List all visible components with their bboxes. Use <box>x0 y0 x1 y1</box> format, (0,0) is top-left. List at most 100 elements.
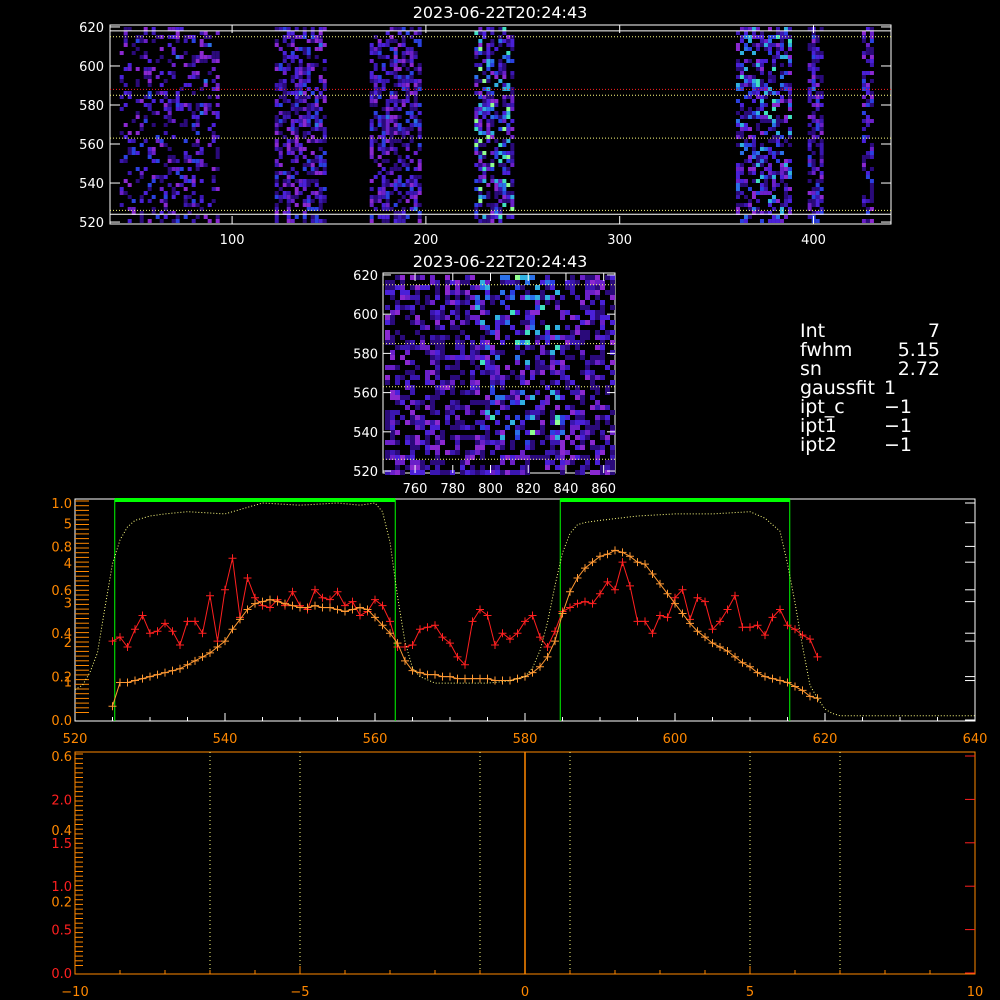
heatmap-cell <box>600 350 605 355</box>
heatmap-cell <box>318 79 323 83</box>
heatmap-cell <box>440 340 445 345</box>
orange-point <box>401 656 409 665</box>
heatmap-cell <box>393 131 398 135</box>
heatmap-cell <box>498 159 503 163</box>
heatmap-cell <box>506 167 511 171</box>
heatmap-cell <box>555 440 560 445</box>
red-point <box>588 599 597 608</box>
red-point <box>116 633 124 642</box>
heatmap-cell <box>417 191 422 195</box>
heatmap-cell <box>478 79 483 83</box>
heatmap-cell <box>460 460 465 465</box>
heatmap-cell <box>470 450 475 455</box>
heatmap-cell <box>405 51 410 55</box>
heatmap-cell <box>787 171 792 175</box>
heatmap-cell <box>486 203 491 207</box>
heatmap-cell <box>385 147 390 151</box>
x-tick-label: 800 <box>478 482 503 497</box>
heatmap-cell <box>495 330 500 335</box>
heatmap-cell <box>127 171 132 175</box>
heatmap-cell <box>393 215 398 219</box>
heatmap-cell <box>282 179 287 183</box>
heatmap-cell <box>393 115 398 119</box>
heatmap-cell <box>290 183 295 187</box>
heatmap-cell <box>515 425 520 430</box>
heatmap-cell <box>405 385 410 390</box>
heatmap-cell <box>415 415 420 420</box>
y-tick-label: 600 <box>353 308 378 323</box>
heatmap-cell <box>525 325 530 330</box>
heatmap-cell <box>385 79 390 83</box>
heatmap-cell <box>771 127 776 131</box>
heatmap-cell <box>274 203 279 207</box>
heatmap-cell <box>605 465 610 470</box>
heatmap-cell <box>779 135 784 139</box>
heatmap-cell <box>430 310 435 315</box>
heatmap-cell <box>282 79 287 83</box>
heatmap-cell <box>322 163 327 167</box>
heatmap-cell <box>135 151 140 155</box>
heatmap-cell <box>131 147 136 151</box>
heatmap-cell <box>278 151 283 155</box>
heatmap-cell <box>815 67 820 71</box>
heatmap-cell <box>470 370 475 375</box>
heatmap-cell <box>755 47 760 51</box>
info-row-ipt2: ipt2 −1 <box>800 436 944 455</box>
heatmap-cell <box>440 345 445 350</box>
x-tick-label: 760 <box>403 482 428 497</box>
heatmap-cell <box>395 345 400 350</box>
heatmap-cell <box>771 139 776 143</box>
heatmap-cell <box>369 215 374 219</box>
heatmap-cell <box>783 119 788 123</box>
heatmap-cell <box>286 219 291 223</box>
heatmap-cell <box>389 183 394 187</box>
mid-heatmap-panel: 760 780 800 820 840 860520540560580600620 202… <box>353 252 616 497</box>
heatmap-cell <box>739 115 744 119</box>
heatmap-cell <box>510 191 515 195</box>
heatmap-cell <box>435 285 440 290</box>
heatmap-cell <box>175 183 180 187</box>
heatmap-cell <box>759 43 764 47</box>
heatmap-cell <box>294 111 299 115</box>
heatmap-cell <box>540 280 545 285</box>
heatmap-cell <box>555 465 560 470</box>
heatmap-cell <box>807 143 812 147</box>
heatmap-cell <box>555 435 560 440</box>
heatmap-cell <box>510 107 515 111</box>
heatmap-cell <box>815 195 820 199</box>
heatmap-cell <box>767 127 772 131</box>
heatmap-cell <box>159 71 164 75</box>
heatmap-cell <box>494 139 499 143</box>
heatmap-cell <box>743 47 748 51</box>
orange-point <box>513 674 522 683</box>
heatmap-cell <box>435 355 440 360</box>
heatmap-cell <box>401 55 406 59</box>
heatmap-cell <box>815 179 820 183</box>
orange-point <box>791 682 799 691</box>
heatmap-cell <box>811 111 816 115</box>
heatmap-cell <box>739 171 744 175</box>
heatmap-cell <box>865 123 870 127</box>
heatmap-cell <box>555 345 560 350</box>
heatmap-cell <box>294 103 299 107</box>
heatmap-cell <box>435 375 440 380</box>
heatmap-cell <box>377 119 382 123</box>
heatmap-cell <box>127 63 132 67</box>
heatmap-cell <box>771 91 776 95</box>
heatmap-cell <box>373 139 378 143</box>
heatmap-cell <box>535 340 540 345</box>
heatmap-cell <box>610 360 615 365</box>
heatmap-cell <box>510 155 515 159</box>
heatmap-cell <box>302 135 307 139</box>
heatmap-cell <box>811 119 816 123</box>
heatmap-cell <box>455 305 460 310</box>
heatmap-cell <box>605 435 610 440</box>
heatmap-cell <box>417 127 422 131</box>
heatmap-cell <box>389 207 394 211</box>
heatmap-cell <box>510 163 515 167</box>
heatmap-cell <box>395 465 400 470</box>
heatmap-cell <box>743 43 748 47</box>
y-tick-label-red: 1.5 <box>51 837 72 852</box>
heatmap-cell <box>490 370 495 375</box>
y2-tick-label: 2 <box>64 636 72 651</box>
